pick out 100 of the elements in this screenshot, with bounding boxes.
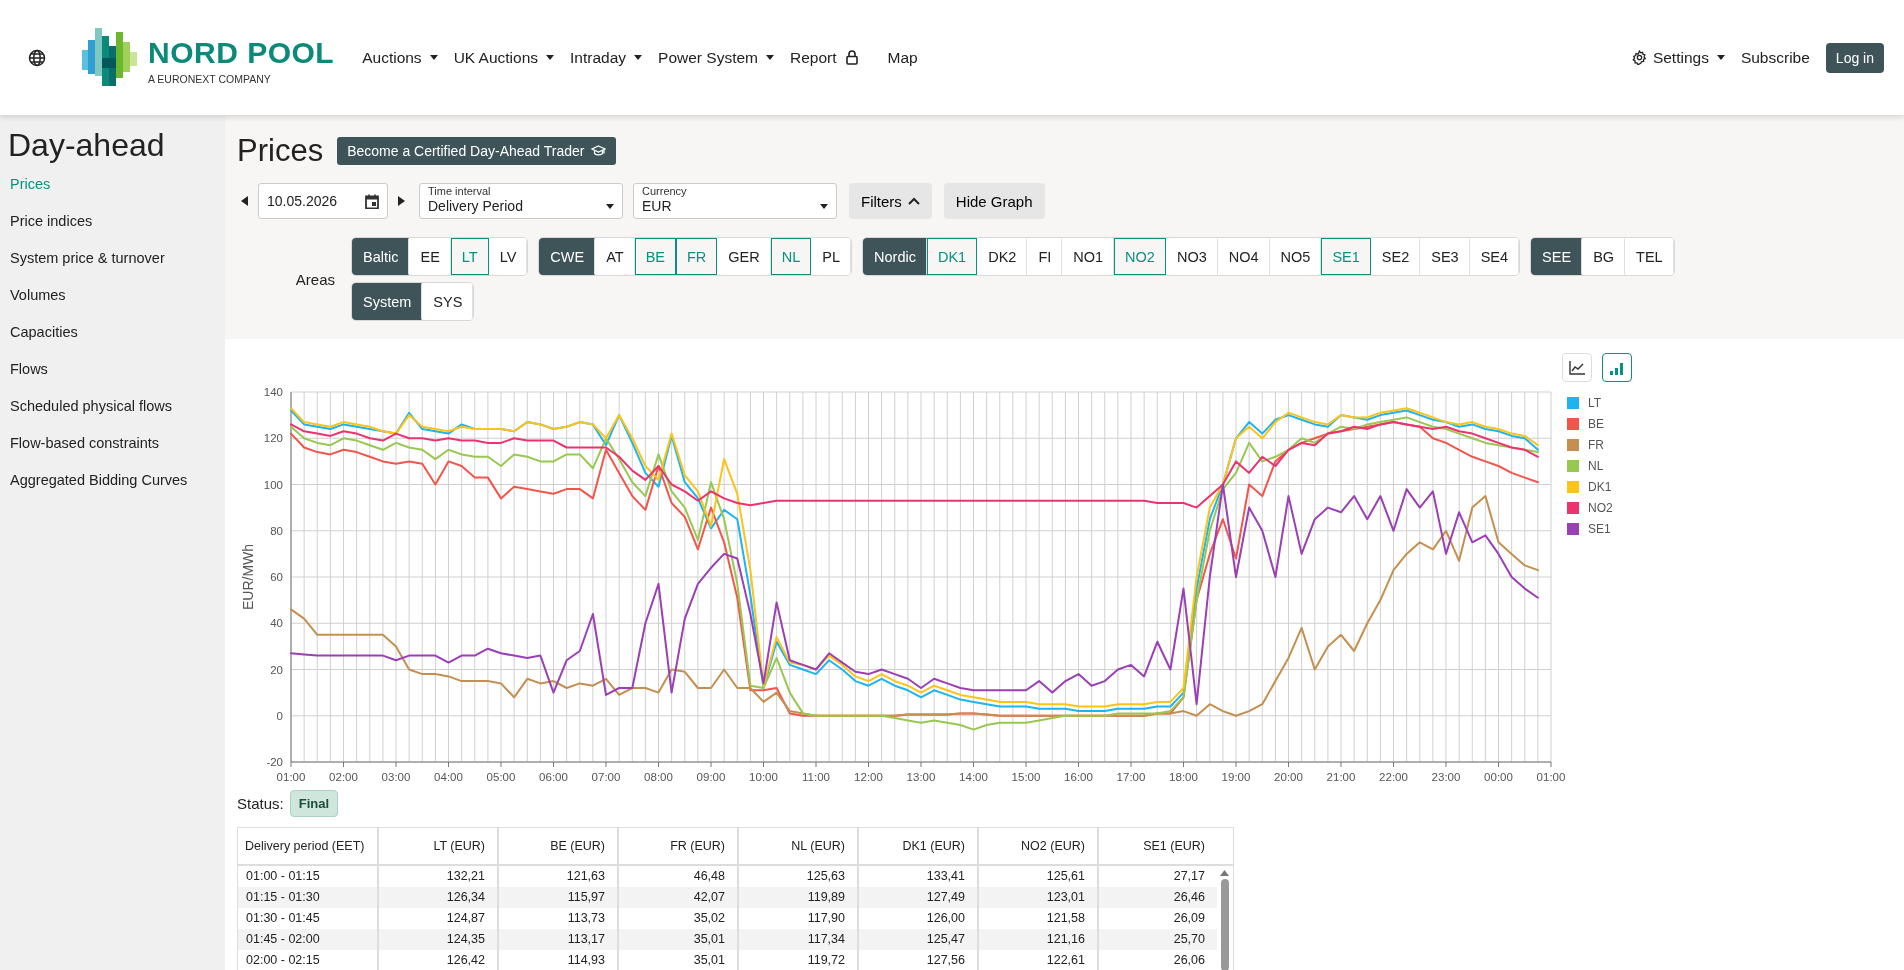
table-cell: 115,97 (497, 887, 617, 908)
status-label: Status: (237, 795, 284, 812)
table-cell: 117,34 (737, 929, 857, 950)
lock-icon (845, 50, 858, 65)
x-tick-label: 12:00 (854, 771, 883, 783)
area-group-button[interactable]: Nordic (863, 238, 927, 275)
line-chart-icon (1569, 360, 1585, 375)
table-cell: 113,17 (497, 929, 617, 950)
logo-wordmark: NORD POOL (148, 36, 335, 69)
settings-link[interactable]: Settings (1631, 48, 1725, 67)
x-tick-label: 15:00 (1011, 771, 1041, 783)
bar-chart-icon (1609, 360, 1625, 375)
subscribe-link[interactable]: Subscribe (1740, 48, 1810, 67)
nav-link[interactable]: Map (887, 48, 918, 67)
globe-icon[interactable] (28, 48, 46, 67)
table-cell-text: 02:00 - 02:15 (245, 952, 321, 969)
certified-trader-button[interactable]: Become a Certified Day-Ahead Trader (337, 137, 617, 165)
y-tick-label: 40 (270, 617, 283, 630)
line-chart-button[interactable] (1562, 353, 1592, 382)
x-tick-label: 22:00 (1379, 771, 1408, 783)
sidebar-item[interactable]: Scheduled physical flows (0, 396, 225, 433)
y-tick-label: 20 (270, 663, 283, 676)
x-tick-label: 06:00 (539, 771, 568, 783)
column-header[interactable]: Delivery period (EET) (238, 828, 377, 864)
x-tick-label: 14:00 (959, 771, 988, 783)
caret-icon (606, 203, 614, 209)
login-button[interactable]: Log in (1825, 42, 1884, 73)
legend-label: DK1 (1588, 480, 1612, 494)
caret-icon (634, 55, 643, 60)
sidebar-item[interactable]: System price & turnover (0, 248, 225, 285)
x-tick-label: 20:00 (1274, 771, 1303, 783)
area-button[interactable]: DK1 (926, 238, 978, 275)
x-tick-label: 05:00 (486, 771, 516, 783)
hide-graph-button[interactable]: Hide Graph (943, 183, 1045, 219)
column-header[interactable]: DK1 (EUR) (857, 828, 977, 864)
caret-icon (546, 55, 555, 60)
x-tick-label: 09:00 (696, 771, 726, 783)
x-tick-label: 23:00 (1431, 771, 1461, 783)
area-group-button[interactable]: CWE (539, 238, 596, 275)
area-group-button[interactable]: Baltic (352, 238, 410, 275)
scroll-up-icon[interactable] (1220, 870, 1229, 876)
sidebar-item[interactable]: Flows (0, 359, 225, 396)
time-interval-dropdown[interactable]: Time interval Delivery Period (419, 183, 623, 219)
bar-chart-button[interactable] (1602, 353, 1632, 382)
sidebar-item[interactable]: Flow-based constraints (0, 433, 225, 470)
column-header[interactable]: LT (EUR) (377, 828, 497, 864)
sidebar-item[interactable]: Price indices (0, 211, 225, 248)
column-header[interactable]: FR (EUR) (617, 828, 737, 864)
nav-link[interactable]: Power System (658, 48, 774, 67)
nav-link[interactable]: Report (790, 48, 872, 67)
area-group-button[interactable]: SEE (1531, 238, 1583, 275)
table-cell: 127,49 (857, 887, 977, 908)
x-tick-label: 04:00 (434, 771, 463, 783)
column-header[interactable]: SE1 (EUR) (1097, 828, 1217, 864)
table-cell: 35,01 (617, 929, 737, 950)
area-button[interactable]: BE (634, 238, 676, 275)
filters-button[interactable]: Filters (849, 183, 932, 219)
area-button[interactable]: LT (450, 238, 489, 275)
area-button[interactable]: SE1 (1321, 238, 1371, 275)
sidebar-item[interactable]: Aggregated Bidding Curves (0, 470, 225, 507)
nav-link[interactable]: Intraday (570, 48, 643, 67)
sidebar-item[interactable]: Volumes (0, 285, 225, 322)
y-tick-label: 80 (270, 524, 283, 537)
area-button[interactable]: FR (676, 238, 718, 275)
y-tick-label: 140 (263, 386, 283, 398)
table-cell: 124,35 (377, 929, 497, 950)
sidebar-item[interactable]: Capacities (0, 322, 225, 359)
column-header[interactable]: NO2 (EUR) (977, 828, 1097, 864)
field-label: Currency (642, 185, 687, 197)
x-tick-label: 13:00 (906, 771, 936, 783)
y-tick-label: -20 (266, 756, 283, 768)
y-axis-title: EUR/MWh (240, 543, 256, 611)
sidebar-title: Day-ahead (8, 127, 166, 164)
nav-link[interactable]: Auctions (362, 48, 438, 67)
table-cell: 122,61 (977, 950, 1097, 970)
table-cell: 123,01 (977, 887, 1097, 908)
currency-dropdown[interactable]: Currency EUR (633, 183, 837, 219)
legend-label: BE (1588, 417, 1604, 431)
legend-label: LT (1588, 396, 1602, 410)
table-cell-text: 01:45 - 02:00 (245, 931, 321, 948)
table-cell: 127,56 (857, 950, 977, 970)
x-tick-label: 02:00 (329, 771, 358, 783)
x-tick-label: 17:00 (1116, 771, 1146, 783)
nav-link[interactable]: UK Auctions (453, 48, 555, 67)
caret-icon (820, 203, 828, 209)
table-cell-text: 01:00 - 01:15 (245, 868, 321, 885)
y-tick-label: 100 (263, 478, 283, 491)
area-button[interactable]: NL (770, 238, 812, 275)
table-cell-text: 01:15 - 01:30 (245, 889, 321, 906)
date-field[interactable]: 10.05.2026 (258, 183, 388, 219)
column-header[interactable]: NL (EUR) (737, 828, 857, 864)
x-tick-label: 19:00 (1221, 771, 1251, 783)
x-tick-label: 01:00 (1536, 771, 1566, 783)
x-tick-label: 11:00 (802, 771, 830, 783)
sidebar-item[interactable]: Prices (0, 174, 225, 211)
column-header[interactable]: BE (EUR) (497, 828, 617, 864)
x-tick-label: 01:00 (276, 771, 306, 783)
table-cell: 121,16 (977, 929, 1097, 950)
area-button[interactable]: NO2 (1114, 238, 1166, 275)
area-group-button[interactable]: System (352, 283, 423, 320)
